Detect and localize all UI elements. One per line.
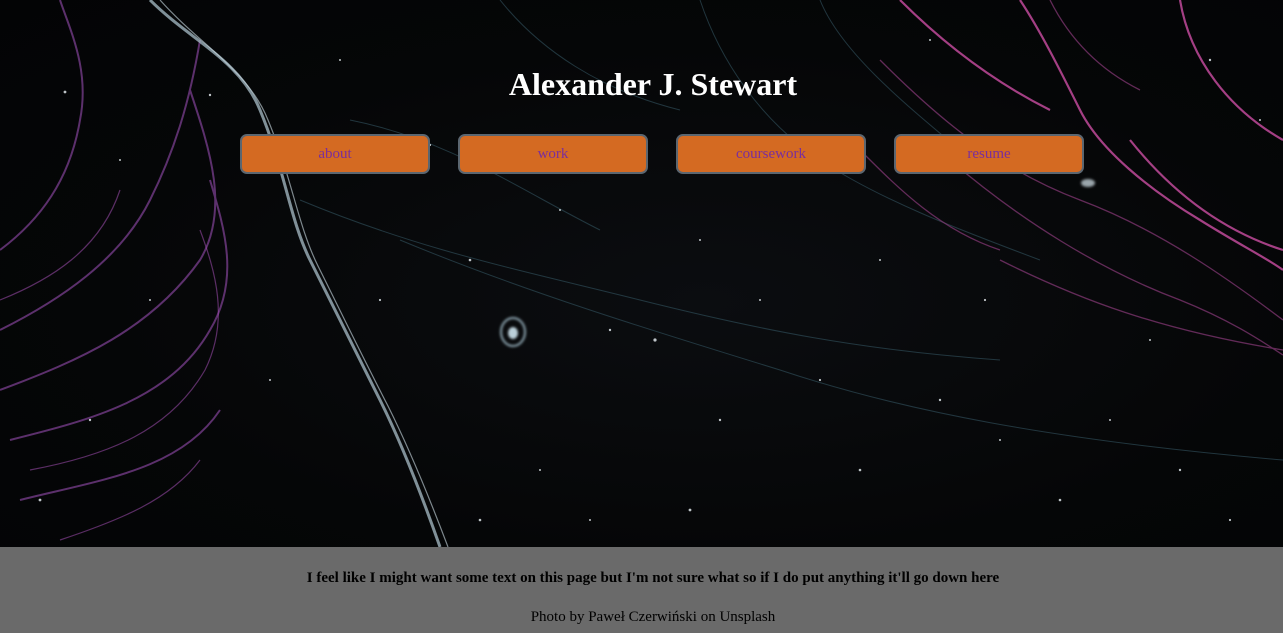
nav-work-button[interactable]: work bbox=[458, 134, 648, 174]
nav-coursework-button[interactable]: coursework bbox=[676, 134, 866, 174]
hero-background: Alexander J. Stewart about work coursewo… bbox=[0, 0, 1283, 547]
nav-about-button[interactable]: about bbox=[240, 134, 430, 174]
footer-note: I feel like I might want some text on th… bbox=[306, 570, 1000, 586]
footer: I feel like I might want some text on th… bbox=[0, 547, 1283, 633]
nav-resume-button[interactable]: resume bbox=[894, 134, 1084, 174]
page-title: Alexander J. Stewart bbox=[508, 66, 798, 102]
photo-credit: Photo by Paweł Czerwiński on Unsplash bbox=[530, 609, 776, 625]
main-nav: about work coursework resume bbox=[240, 134, 1088, 176]
